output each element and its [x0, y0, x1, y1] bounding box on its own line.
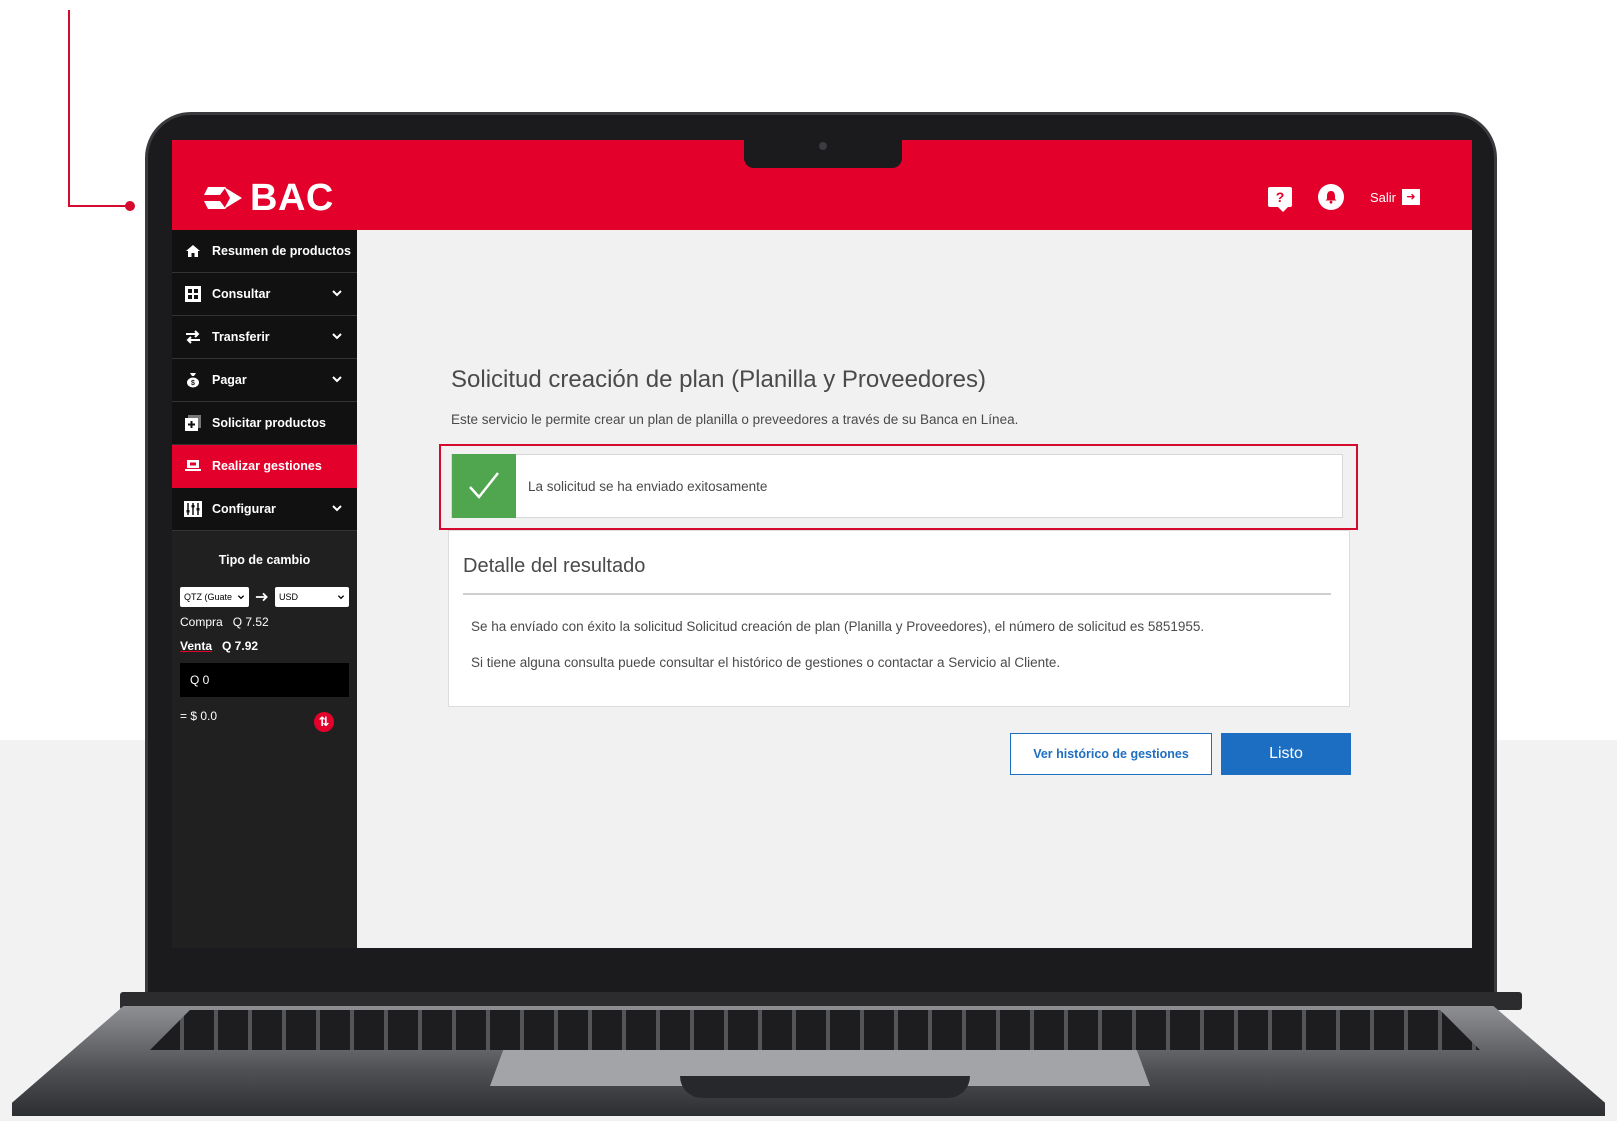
- sidebar-item-configurar[interactable]: Configurar: [172, 488, 357, 531]
- laptop-keyboard: [150, 1010, 1480, 1050]
- add-product-icon: [184, 415, 202, 431]
- brand-name: BAC: [250, 176, 334, 219]
- bac-logo-icon: [204, 187, 242, 209]
- sell-label[interactable]: Venta: [180, 639, 212, 653]
- view-history-button[interactable]: Ver histórico de gestiones: [1010, 733, 1212, 775]
- sidebar-item-label: Consultar: [212, 287, 271, 301]
- money-bag-icon: $: [184, 372, 202, 388]
- page-description: Este servicio le permite crear un plan d…: [451, 412, 1019, 427]
- success-alert: La solicitud se ha enviado exitosamente: [451, 454, 1343, 518]
- exit-icon: ➜: [1402, 189, 1420, 205]
- chevron-down-icon: [332, 376, 342, 383]
- done-button[interactable]: Listo: [1221, 733, 1351, 775]
- sell-value: Q 7.92: [222, 639, 259, 653]
- divider: [463, 593, 1331, 595]
- from-currency-value: QTZ (Guate: [184, 592, 233, 602]
- help-icon[interactable]: ?: [1267, 187, 1292, 212]
- chevron-down-icon: [332, 505, 342, 512]
- sidebar-item-label: Configurar: [212, 502, 276, 516]
- sidebar-item-label: Pagar: [212, 373, 247, 387]
- sidebar-item-label: Transferir: [212, 330, 270, 344]
- arrow-right-icon: [255, 592, 268, 602]
- chevron-down-icon: [337, 595, 345, 600]
- success-message: La solicitud se ha enviado exitosamente: [528, 478, 768, 494]
- laptop-screen: BAC ? Salir ➜ Resumen de productos Consu…: [172, 140, 1472, 948]
- detail-title: Detalle del resultado: [463, 555, 646, 577]
- home-icon: [184, 243, 202, 259]
- chevron-down-icon: [237, 595, 244, 600]
- bac-logo[interactable]: BAC: [204, 176, 334, 219]
- sidebar: Resumen de productos Consultar Transferi…: [172, 230, 357, 948]
- sidebar-item-pagar[interactable]: $ Pagar: [172, 359, 357, 402]
- sidebar-item-label: Solicitar productos: [212, 416, 326, 430]
- callout-dot: [125, 201, 135, 211]
- chevron-down-icon: [332, 333, 342, 340]
- main-content: Solicitud creación de plan (Planilla y P…: [357, 230, 1472, 948]
- sidebar-item-resumen[interactable]: Resumen de productos: [172, 230, 357, 273]
- callout-line-horizontal: [68, 205, 130, 207]
- sliders-icon: [184, 501, 202, 517]
- sidebar-item-consultar[interactable]: Consultar: [172, 273, 357, 316]
- detail-help-text: Si tiene alguna consulta puede consultar…: [471, 655, 1061, 670]
- laptop-lip: [680, 1076, 970, 1098]
- amount-input[interactable]: Q 0: [180, 663, 349, 697]
- sidebar-item-label: Resumen de productos: [212, 244, 351, 258]
- from-currency-select[interactable]: QTZ (Guate: [180, 587, 249, 607]
- checkmark-icon: [452, 454, 516, 518]
- camera-icon: [819, 142, 827, 150]
- swap-currency-icon[interactable]: ⇅: [314, 712, 334, 732]
- buy-label: Compra: [180, 615, 223, 629]
- result-detail-card: Detalle del resultado Se ha envíado con …: [448, 530, 1350, 707]
- detail-text: Se ha envíado con éxito la solicitud Sol…: [471, 619, 1205, 634]
- page-title: Solicitud creación de plan (Planilla y P…: [451, 366, 986, 393]
- buy-value: Q 7.52: [232, 615, 269, 629]
- svg-text:$: $: [191, 380, 195, 387]
- logout-button[interactable]: Salir ➜: [1370, 189, 1420, 205]
- laptop-icon: [184, 458, 202, 474]
- notification-bell-icon[interactable]: [1317, 184, 1344, 210]
- sidebar-item-label: Realizar gestiones: [212, 459, 322, 473]
- chevron-down-icon: [332, 290, 342, 297]
- camera-notch: [744, 140, 902, 168]
- currency-row: QTZ (Guate USD: [180, 587, 349, 607]
- grid-icon: [184, 286, 202, 302]
- sidebar-item-gestiones[interactable]: Realizar gestiones: [172, 445, 357, 488]
- exchange-rate-panel: Tipo de cambio QTZ (Guate USD Compra Q 7…: [172, 531, 357, 723]
- logout-label: Salir: [1369, 189, 1396, 205]
- top-actions: ? Salir ➜: [1267, 184, 1420, 212]
- transfer-icon: [184, 329, 202, 345]
- buy-rate: Compra Q 7.52: [180, 615, 349, 629]
- sell-rate: Venta Q 7.92: [180, 639, 349, 653]
- exchange-title: Tipo de cambio: [218, 553, 311, 567]
- to-currency-value: USD: [278, 592, 298, 602]
- sidebar-item-transferir[interactable]: Transferir: [172, 316, 357, 359]
- callout-line: [68, 10, 70, 207]
- to-currency-select[interactable]: USD: [274, 587, 349, 607]
- sidebar-item-solicitar[interactable]: Solicitar productos: [172, 402, 357, 445]
